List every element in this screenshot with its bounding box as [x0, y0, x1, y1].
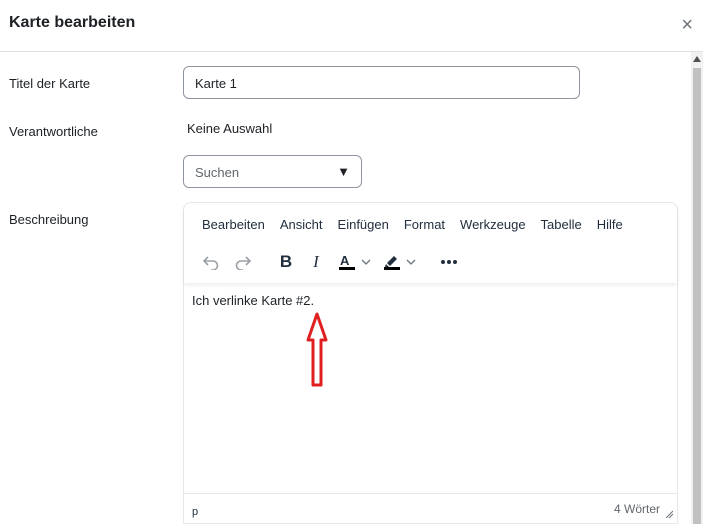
description-label: Beschreibung: [9, 212, 89, 227]
assignees-selection: Keine Auswahl: [187, 121, 273, 136]
editor-statusbar: p 4 Wörter: [184, 493, 677, 524]
resize-handle-icon[interactable]: [665, 505, 674, 523]
assignees-label: Verantwortliche: [9, 124, 98, 139]
menu-format[interactable]: Format: [396, 217, 452, 232]
word-count[interactable]: 4 Wörter: [614, 502, 660, 516]
italic-icon[interactable]: I: [306, 251, 326, 273]
editor-toolbar: Bearbeiten Ansicht Einfügen Format Werkz…: [184, 203, 677, 283]
menu-insert[interactable]: Einfügen: [330, 217, 396, 232]
editor-menubar: Bearbeiten Ansicht Einfügen Format Werkz…: [194, 217, 630, 232]
menu-help[interactable]: Hilfe: [589, 217, 630, 232]
text-color-icon[interactable]: A: [337, 251, 377, 273]
menu-view[interactable]: Ansicht: [272, 217, 330, 232]
title-input[interactable]: Karte 1: [183, 66, 580, 99]
redo-icon[interactable]: [233, 251, 253, 273]
annotation-arrow-icon: [306, 312, 328, 387]
scroll-up-icon[interactable]: [691, 52, 703, 66]
search-placeholder: Suchen: [195, 165, 240, 180]
title-input-value: Karte 1: [195, 76, 237, 91]
element-path[interactable]: p: [192, 506, 198, 518]
menu-edit[interactable]: Bearbeiten: [194, 217, 272, 232]
rich-text-editor: Bearbeiten Ansicht Einfügen Format Werkz…: [183, 202, 678, 524]
more-icon[interactable]: [439, 251, 459, 273]
scrollbar[interactable]: [691, 52, 703, 524]
scrollbar-thumb[interactable]: [693, 68, 701, 524]
menu-table[interactable]: Tabelle: [533, 217, 589, 232]
caret-down-icon: ▼: [337, 164, 350, 179]
undo-icon[interactable]: [201, 251, 221, 273]
modal-title: Karte bearbeiten: [9, 14, 136, 31]
svg-text:A: A: [340, 253, 350, 268]
highlight-color-icon[interactable]: [382, 251, 422, 273]
editor-content[interactable]: Ich verlinke Karte #2.: [192, 293, 314, 308]
close-button[interactable]: ×: [681, 14, 693, 36]
title-label: Titel der Karte: [9, 76, 91, 91]
menu-tools[interactable]: Werkzeuge: [452, 217, 533, 232]
assignees-search-select[interactable]: Suchen ▼: [183, 155, 362, 188]
modal-header: Karte bearbeiten ×: [0, 0, 703, 52]
bold-icon[interactable]: B: [276, 251, 296, 273]
